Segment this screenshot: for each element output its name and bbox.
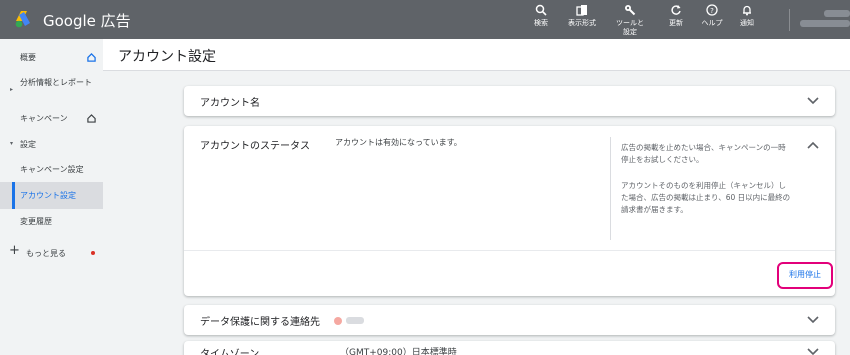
sidebar-item-label: アカウント設定 — [20, 191, 76, 200]
search-icon — [528, 4, 554, 18]
timezone-title: タイムゾーン — [200, 349, 260, 355]
notification-dot — [91, 251, 95, 255]
account-name-title: アカウント名 — [200, 98, 260, 109]
account-email-redacted[interactable] — [800, 20, 850, 27]
chevron-down-icon[interactable] — [807, 348, 819, 355]
help-text-pause-campaign: 広告の掲載を止めたい場合、キャンペーンの一時停止をお試しください。 — [621, 143, 786, 164]
chevron-down-icon[interactable] — [807, 316, 819, 324]
wrench-icon — [612, 4, 648, 18]
google-ads-logo-icon[interactable] — [14, 9, 34, 29]
sidebar-item-overview[interactable]: 概要 — [0, 52, 103, 64]
contact-avatar-redacted — [334, 317, 342, 325]
sidebar-item-label: もっと見る — [26, 249, 66, 258]
sidebar-item-change-history[interactable]: 変更履歴 — [0, 216, 103, 228]
caret-right-icon: ▸ — [10, 86, 14, 93]
tools-label-line2: 設定 — [623, 28, 637, 36]
chevron-up-icon[interactable] — [807, 141, 819, 149]
panel-footer-divider — [184, 250, 835, 251]
timezone-panel[interactable]: タイムゾーン （GMT+09:00）日本標準時 — [184, 341, 835, 355]
notifications-button[interactable]: 通知 — [733, 4, 761, 28]
sidebar-item-label: 変更履歴 — [20, 217, 52, 226]
account-name-panel[interactable]: アカウント名 — [184, 86, 835, 116]
refresh-button[interactable]: 更新 — [662, 4, 690, 28]
sidebar-item-label: 分析情報とレポート — [20, 78, 92, 87]
caret-down-icon: ▾ — [10, 140, 14, 147]
sidebar-item-account-settings[interactable]: アカウント設定 — [0, 182, 103, 209]
refresh-icon — [662, 4, 690, 18]
sidebar-item-label: キャンペーン設定 — [20, 165, 84, 174]
toolbar-divider — [789, 9, 790, 31]
cancel-account-button[interactable]: 利用停止 — [777, 262, 833, 289]
notifications-label: 通知 — [740, 19, 754, 27]
page-header: アカウント設定 — [103, 39, 850, 71]
sidebar-item-insights-reports[interactable]: ▸ 分析情報とレポート — [0, 77, 103, 93]
timezone-value: （GMT+09:00）日本標準時 — [340, 348, 457, 355]
home-icon — [87, 53, 96, 62]
sidebar-item-label: キャンペーン — [20, 114, 68, 123]
search-label: 検索 — [534, 19, 548, 27]
view-format-label: 表示形式 — [568, 19, 596, 27]
help-button[interactable]: ? ヘルプ — [695, 4, 729, 28]
svg-text:?: ? — [710, 7, 714, 15]
account-status-value: アカウントは有効になっています。 — [335, 138, 462, 147]
refresh-label: 更新 — [669, 19, 683, 27]
sidebar: 概要 ▸ 分析情報とレポート キャンペーン ▾ 設定 キャンペーン設定 アカウン… — [0, 39, 103, 355]
panel-divider — [610, 137, 611, 240]
page-title: アカウント設定 — [118, 49, 216, 65]
bell-icon — [733, 4, 761, 18]
data-protection-contact-panel[interactable]: データ保護に関する連絡先 — [184, 305, 835, 335]
sidebar-item-label: 設定 — [20, 140, 36, 149]
top-bar: Google 広告 検索 表示形式 ツールと 設定 更新 ? ヘルプ 通知 — [0, 0, 850, 39]
account-id-redacted[interactable] — [824, 10, 850, 17]
view-format-button[interactable]: 表示形式 — [563, 4, 601, 28]
sidebar-item-campaigns[interactable]: キャンペーン — [0, 113, 103, 125]
sidebar-item-label: 概要 — [20, 53, 36, 62]
account-status-panel: アカウントのステータス アカウントは有効になっています。 広告の掲載を止めたい場… — [184, 126, 835, 296]
help-label: ヘルプ — [701, 19, 723, 27]
data-protection-title: データ保護に関する連絡先 — [200, 317, 320, 328]
contact-name-redacted — [346, 317, 364, 324]
sidebar-item-settings[interactable]: ▾ 設定 — [0, 139, 103, 151]
view-format-icon — [563, 4, 601, 18]
tools-settings-button[interactable]: ツールと 設定 — [612, 4, 648, 37]
plus-icon: + — [9, 243, 20, 258]
search-button[interactable]: 検索 — [528, 4, 554, 28]
account-status-title: アカウントのステータス — [200, 141, 310, 152]
brand-title[interactable]: Google 広告 — [43, 10, 131, 31]
chevron-down-icon[interactable] — [807, 97, 819, 105]
sidebar-item-more[interactable]: + もっと見る — [0, 243, 103, 260]
sidebar-item-campaign-settings[interactable]: キャンペーン設定 — [0, 164, 103, 176]
tools-label-line1: ツールと — [616, 19, 644, 27]
home-icon — [87, 114, 96, 123]
help-icon: ? — [695, 4, 729, 18]
help-text-cancel-account: アカウントそのものを利用停止（キャンセル）した場合、広告の掲載は止まり、60 日… — [621, 181, 791, 214]
